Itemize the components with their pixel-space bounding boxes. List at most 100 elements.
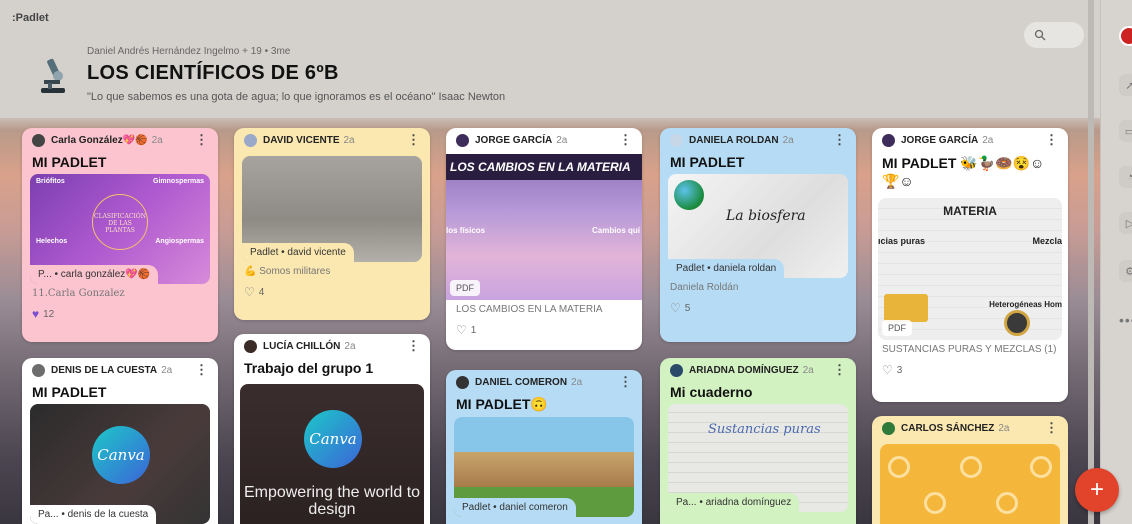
circle-icon <box>924 492 946 514</box>
post-attachment[interactable] <box>880 444 1060 524</box>
search-button[interactable] <box>1024 22 1084 48</box>
muscle-icon: 💪 <box>244 266 257 277</box>
attachment-chip: Pa... • ariadna domínguez <box>668 493 800 512</box>
post-header: CARLOS SÁNCHEZ 2a ⋮ <box>872 416 1068 440</box>
heart-icon[interactable]: ♡ <box>670 301 681 315</box>
image-label: CLASIFICACIÓN DE LAS PLANTAS <box>92 194 148 250</box>
add-post-button[interactable]: + <box>1075 468 1119 512</box>
avatar <box>456 375 469 389</box>
post-card[interactable]: LUCÍA CHILLÓN 2a ⋮ Trabajo del grupo 1 Can… <box>234 334 430 524</box>
post-time: 2a <box>151 134 163 146</box>
heart-icon[interactable]: ♡ <box>456 323 467 337</box>
likes[interactable]: ♡ 4 <box>234 281 430 303</box>
post-author: DANIEL COMERON <box>475 376 568 388</box>
post-author: CARLOS SÁNCHEZ <box>901 422 995 434</box>
canva-logo: Canva <box>304 410 362 468</box>
post-caption: Daniela Roldán <box>670 282 739 293</box>
post-card[interactable]: DANIELA ROLDAN 2a ⋮ MI PADLET La biosfera … <box>660 128 856 342</box>
image-subtitle: Empowering the world to design <box>243 484 421 518</box>
remake-icon[interactable]: ▭ <box>1119 120 1132 142</box>
image-title: MATERIA <box>943 204 997 218</box>
post-author: DENIS DE LA CUESTA <box>51 364 158 376</box>
more-options-icon[interactable]: ⋮ <box>619 374 632 390</box>
post-attachment[interactable]: Padlet • david vicente <box>242 156 422 262</box>
image-label: los físicos <box>446 226 486 235</box>
clock-icon <box>1030 456 1052 478</box>
post-card[interactable]: DANIEL COMERON 2a ⋮ MI PADLET🙃 Padlet • da… <box>446 370 642 524</box>
avatar <box>32 133 45 147</box>
post-attachment[interactable]: Padlet • daniel comeron <box>454 417 634 517</box>
avatar <box>244 339 257 353</box>
user-avatar[interactable] <box>1119 26 1132 46</box>
post-time: 2a <box>344 340 356 352</box>
post-card[interactable]: CARLOS SÁNCHEZ 2a ⋮ <box>872 416 1068 524</box>
post-card[interactable]: Carla González💖🏀 2a ⋮ MI PADLET Briófitos … <box>22 128 218 342</box>
more-options-icon[interactable]: ⋮ <box>407 338 420 354</box>
post-attachment[interactable]: La biosfera Padlet • daniela roldan <box>668 174 848 278</box>
more-options-icon[interactable]: ⋮ <box>1045 420 1058 436</box>
post-time: 2a <box>782 134 794 146</box>
post-card[interactable]: JORGE GARCÍA 2a ⋮ MI PADLET 🐝🦆🍩😵☺ 🏆☺ MATERI… <box>872 128 1068 402</box>
post-attachment[interactable]: MATERIA ıcias puras Mezcla Heterogéneas … <box>878 198 1062 340</box>
post-header: ARIADNA DOMÍNGUEZ 2a ⋮ <box>660 358 856 382</box>
avatar <box>670 133 683 147</box>
post-attachment[interactable]: LOS CAMBIOS EN LA MATERIA los físicos Ca… <box>446 154 642 300</box>
scrollbar[interactable] <box>1088 0 1094 524</box>
more-options-icon[interactable]: ⋮ <box>195 362 208 378</box>
padlet-logo[interactable]: :Padlet <box>12 12 49 24</box>
right-toolbar: ➚ ▭ ◔ ▷ ⚙ ••• <box>1100 0 1132 524</box>
post-card[interactable]: ARIADNA DOMÍNGUEZ 2a ⋮ Mi cuaderno Sustanc… <box>660 358 856 524</box>
likes[interactable]: ♡ 3 <box>872 359 1068 381</box>
heart-icon[interactable]: ♡ <box>882 363 893 377</box>
share-icon[interactable]: ➚ <box>1119 74 1132 96</box>
avatar <box>882 133 895 147</box>
music-icon <box>996 492 1018 514</box>
gear-icon[interactable]: ⚙ <box>1119 260 1132 282</box>
more-options-icon[interactable]: ⋮ <box>833 362 846 378</box>
post-card[interactable]: JORGE GARCÍA 2a ⋮ LOS CAMBIOS EN LA MATERI… <box>446 128 642 350</box>
more-options-icon[interactable]: ⋮ <box>195 132 208 148</box>
plus-icon: + <box>1089 476 1104 503</box>
post-header: DANIEL COMERON 2a ⋮ <box>446 370 642 394</box>
avatar <box>32 363 45 377</box>
heart-icon[interactable]: ♥ <box>32 307 39 321</box>
likes[interactable]: ♡ 5 <box>660 297 856 319</box>
post-title: Mi cuaderno <box>670 384 753 400</box>
image-label: Briófitos <box>36 178 65 185</box>
image-label: Mezcla <box>1032 236 1062 246</box>
more-options-icon[interactable]: ⋮ <box>407 132 420 148</box>
post-card[interactable]: DENIS DE LA CUESTA 2a ⋮ MI PADLET Canva Pa… <box>22 358 218 524</box>
board-subtitle: "Lo que sabemos es una gota de agua; lo … <box>87 91 506 103</box>
attachment-chip: P... • carla gonzález💖🏀 <box>30 265 159 284</box>
post-time: 2a <box>556 134 568 146</box>
more-options-icon[interactable]: ⋮ <box>833 132 846 148</box>
slideshow-icon[interactable]: ▷ <box>1119 212 1132 234</box>
post-attachment[interactable]: Sustancias puras Pa... • ariadna domíngu… <box>668 404 848 512</box>
post-title: MI PADLET🙃 <box>456 396 548 412</box>
post-header: JORGE GARCÍA 2a ⋮ <box>872 128 1068 152</box>
post-header: LUCÍA CHILLÓN 2a ⋮ <box>234 334 430 358</box>
post-attachment[interactable]: Canva Empowering the world to design <box>240 384 424 524</box>
padlet-board: :Padlet Daniel Andrés Hernández Ingelmo … <box>0 0 1100 524</box>
likes[interactable]: ♥ 12 <box>22 303 218 325</box>
heart-icon[interactable]: ♡ <box>244 285 255 299</box>
post-title: MI PADLET <box>32 384 107 400</box>
likes[interactable]: ♡ 1 <box>446 319 642 341</box>
attachment-chip: Pa... • denis de la cuesta <box>30 505 157 524</box>
pan-icon <box>1004 310 1030 336</box>
post-author: JORGE GARCÍA <box>901 134 979 146</box>
attachment-chip: Padlet • daniela roldan <box>668 259 785 278</box>
post-attachment[interactable]: Briófitos Gimnospermas Helechos Angiospe… <box>30 174 210 284</box>
more-options-icon[interactable]: ⋮ <box>1045 132 1058 148</box>
bell-icon[interactable]: ◔ <box>1119 166 1132 188</box>
more-icon[interactable]: ••• <box>1119 312 1132 328</box>
post-card[interactable]: DAVID VICENTE 2a ⋮ Padlet • david vicente … <box>234 128 430 320</box>
like-count: 12 <box>43 308 55 320</box>
more-options-icon[interactable]: ⋮ <box>619 132 632 148</box>
post-attachment[interactable]: Canva Pa... • denis de la cuesta <box>30 404 210 524</box>
image-title: La biosfera <box>726 208 806 224</box>
post-caption: SUSTANCIAS PURAS Y MEZCLAS (1) <box>882 344 1057 355</box>
post-author: Carla González💖🏀 <box>51 134 148 146</box>
search-icon <box>1034 29 1046 41</box>
post-header: JORGE GARCÍA 2a ⋮ <box>446 128 642 152</box>
